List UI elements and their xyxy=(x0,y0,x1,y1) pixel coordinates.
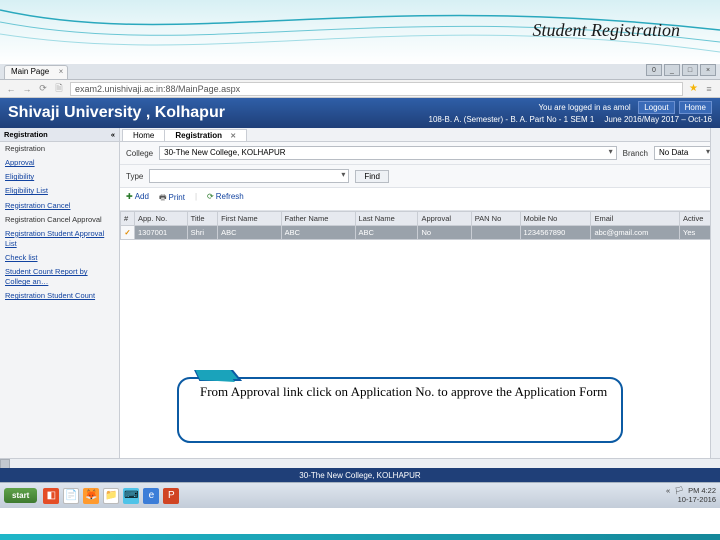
cell-last-name: ABC xyxy=(355,226,418,240)
cell-mobile: 1234567890 xyxy=(520,226,591,240)
col-mobile[interactable]: Mobile No xyxy=(520,212,591,226)
print-button[interactable]: 🖶Print xyxy=(159,192,185,206)
row-check-icon: ✓ xyxy=(124,228,130,237)
sidebar-item-registration[interactable]: Registration xyxy=(0,142,119,156)
col-approval[interactable]: Approval xyxy=(418,212,471,226)
branch-select[interactable]: No Data xyxy=(654,146,714,160)
taskbar-icon[interactable]: ◧ xyxy=(43,488,59,504)
col-title[interactable]: Title xyxy=(187,212,217,226)
cell-pan xyxy=(471,226,520,240)
cell-app-no[interactable]: 1307001 xyxy=(135,226,188,240)
refresh-button[interactable]: ⟳Refresh xyxy=(207,192,244,206)
col-pan[interactable]: PAN No xyxy=(471,212,520,226)
home-button[interactable]: Home xyxy=(679,101,712,115)
address-bar: ← → ⟳ 🗎 exam2.unishivaji.ac.in:88/MainPa… xyxy=(0,80,720,98)
window-max-icon[interactable]: □ xyxy=(682,64,698,76)
university-name: Shivaji University , Kolhapur xyxy=(8,104,225,122)
callout: From Approval link click on Application … xyxy=(130,370,630,460)
menu-icon[interactable]: ≡ xyxy=(704,84,714,94)
logged-in-text: You are logged in as amol xyxy=(538,103,630,112)
add-button[interactable]: ✚Add xyxy=(126,192,149,206)
college-label: College xyxy=(126,149,153,158)
cell-approval: No xyxy=(418,226,471,240)
footer-college: 30-The New College, KOLHAPUR xyxy=(299,471,420,480)
url-text: exam2.unishivaji.ac.in:88/MainPage.aspx xyxy=(75,84,240,94)
taskbar-tray-icon[interactable]: « xyxy=(666,486,672,495)
sidebar-item-eligibility-list[interactable]: Eligibility List xyxy=(0,184,119,198)
table-row[interactable]: ✓ 1307001 Shri ABC ABC ABC No 1234567890… xyxy=(121,226,720,240)
clock-date: 10-17-2016 xyxy=(678,495,716,504)
close-icon[interactable]: × xyxy=(59,67,64,76)
refresh-icon: ⟳ xyxy=(207,192,214,201)
back-icon[interactable]: ← xyxy=(6,84,16,94)
browser-tab-strip: Main Page × 0 _ □ × xyxy=(0,64,720,80)
window-close-icon[interactable]: × xyxy=(700,64,716,76)
window-min-icon[interactable]: 0 xyxy=(646,64,662,76)
ie-icon[interactable]: e xyxy=(143,488,159,504)
tab-home[interactable]: Home xyxy=(122,129,165,141)
window-min2-icon[interactable]: _ xyxy=(664,64,680,76)
col-last-name[interactable]: Last Name xyxy=(355,212,418,226)
cell-father-name: ABC xyxy=(281,226,355,240)
data-grid: # App. No. Title First Name Father Name … xyxy=(120,211,720,240)
cell-first-name: ABC xyxy=(218,226,282,240)
cell-title: Shri xyxy=(187,226,217,240)
sidebar: Registration « Registration Approval Eli… xyxy=(0,128,120,458)
cell-email: abc@gmail.com xyxy=(591,226,680,240)
forward-icon[interactable]: → xyxy=(22,84,32,94)
branch-label: Branch xyxy=(623,149,648,158)
logout-button[interactable]: Logout xyxy=(638,101,674,115)
sidebar-item-student-count-report[interactable]: Student Count Report by College an… xyxy=(0,265,119,289)
slide-footer-strip xyxy=(0,508,720,540)
col-email[interactable]: Email xyxy=(591,212,680,226)
college-value: 30-The New College, KOLHAPUR xyxy=(164,148,285,157)
taskbar-icon[interactable]: ⌨ xyxy=(123,488,139,504)
taskbar: start ◧ 📄 🦊 📁 ⌨ e P « 🏳 PM 4:22 10-17-20… xyxy=(0,482,720,508)
sub-period: 108-B. A. (Semester) - B. A. Part No - 1… xyxy=(429,115,595,124)
browser-tab[interactable]: Main Page × xyxy=(4,65,68,79)
period: June 2016/May 2017 – Oct-16 xyxy=(604,115,712,124)
plus-icon: ✚ xyxy=(126,192,133,201)
type-select[interactable] xyxy=(149,169,349,183)
college-select[interactable]: 30-The New College, KOLHAPUR xyxy=(159,146,617,160)
sidebar-item-check-list[interactable]: Check list xyxy=(0,251,119,265)
footer-bar: 30-The New College, KOLHAPUR xyxy=(0,468,720,482)
sidebar-item-eligibility[interactable]: Eligibility xyxy=(0,170,119,184)
sidebar-item-registration-cancel[interactable]: Registration Cancel xyxy=(0,199,119,213)
slide-title: Student Registration xyxy=(533,20,681,41)
branch-value: No Data xyxy=(659,148,688,157)
bookmark-icon[interactable]: ★ xyxy=(689,83,698,94)
close-icon[interactable]: ✕ xyxy=(230,133,236,140)
callout-text: From Approval link click on Application … xyxy=(200,384,610,401)
start-button[interactable]: start xyxy=(4,488,37,503)
col-first-name[interactable]: First Name xyxy=(218,212,282,226)
tab-label: Home xyxy=(133,131,154,140)
tab-registration[interactable]: Registration ✕ xyxy=(164,129,247,141)
tab-label: Registration xyxy=(175,131,222,140)
reload-icon[interactable]: ⟳ xyxy=(38,84,48,94)
firefox-icon[interactable]: 🦊 xyxy=(83,488,99,504)
sidebar-item-registration-student-count[interactable]: Registration Student Count xyxy=(0,289,119,303)
vertical-scrollbar[interactable] xyxy=(710,128,720,458)
sidebar-item-student-approval-list[interactable]: Registration Student Approval List xyxy=(0,227,119,251)
sidebar-item-approval[interactable]: Approval xyxy=(0,156,119,170)
type-label: Type xyxy=(126,172,143,181)
page-icon: 🗎 xyxy=(54,84,64,94)
find-button[interactable]: Find xyxy=(355,170,389,183)
browser-tab-label: Main Page xyxy=(11,67,49,76)
url-input[interactable]: exam2.unishivaji.ac.in:88/MainPage.aspx xyxy=(70,82,683,96)
folder-icon[interactable]: 📁 xyxy=(103,488,119,504)
print-icon: 🖶 xyxy=(159,193,167,202)
sidebar-collapse-icon[interactable]: « xyxy=(111,130,115,139)
sidebar-heading: Registration xyxy=(4,130,48,139)
col-father-name[interactable]: Father Name xyxy=(281,212,355,226)
col-app-no[interactable]: App. No. xyxy=(135,212,188,226)
powerpoint-icon[interactable]: P xyxy=(163,488,179,504)
taskbar-icon[interactable]: 📄 xyxy=(63,488,79,504)
university-header: Shivaji University , Kolhapur You are lo… xyxy=(0,98,720,128)
sidebar-item-registration-cancel-approval[interactable]: Registration Cancel Approval xyxy=(0,213,119,227)
col-idx[interactable]: # xyxy=(121,212,135,226)
